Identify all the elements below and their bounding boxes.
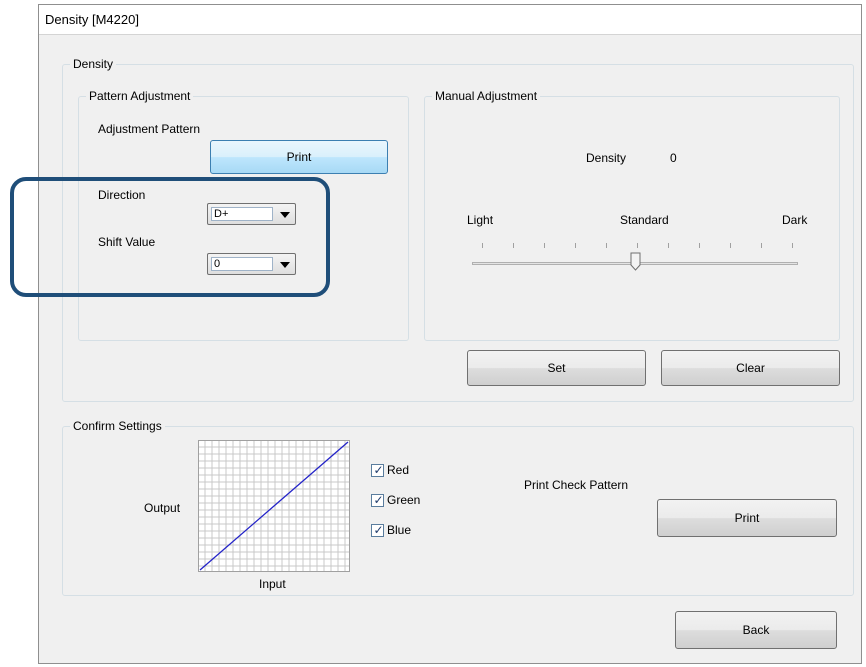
density-group-label: Density bbox=[70, 57, 117, 71]
slider-tick bbox=[544, 243, 545, 248]
check-pattern-print-button[interactable]: Print bbox=[657, 499, 837, 537]
slider-tick bbox=[606, 243, 607, 248]
checkmark-icon: ✓ bbox=[373, 493, 384, 507]
slider-light-label: Light bbox=[467, 213, 494, 227]
slider-thumb[interactable] bbox=[630, 252, 641, 271]
blue-checkbox[interactable]: ✓ bbox=[371, 523, 384, 537]
set-button[interactable]: Set bbox=[467, 350, 646, 386]
slider-tick bbox=[637, 243, 638, 248]
print-check-pattern-label: Print Check Pattern bbox=[524, 478, 629, 492]
chevron-down-icon bbox=[280, 212, 290, 218]
slider-tick bbox=[699, 243, 700, 248]
confirm-settings-label: Confirm Settings bbox=[70, 419, 165, 433]
blue-checkbox-label: Blue bbox=[387, 523, 412, 537]
slider-standard-label: Standard bbox=[620, 213, 669, 227]
chevron-down-icon bbox=[280, 262, 290, 268]
slider-tick bbox=[575, 243, 576, 248]
shift-value-select-value: 0 bbox=[211, 257, 273, 271]
red-checkbox-label: Red bbox=[387, 463, 410, 477]
back-button[interactable]: Back bbox=[675, 611, 837, 649]
clear-button[interactable]: Clear bbox=[661, 350, 840, 386]
input-axis-label: Input bbox=[259, 577, 286, 591]
shift-value-select[interactable]: 0 bbox=[207, 253, 296, 275]
checkmark-icon: ✓ bbox=[373, 523, 384, 537]
title-bar[interactable]: Density [M4220] bbox=[39, 5, 861, 35]
green-checkbox-label: Green bbox=[387, 493, 421, 507]
pattern-print-button[interactable]: Print bbox=[210, 140, 388, 174]
slider-tick bbox=[761, 243, 762, 248]
slider-tick bbox=[513, 243, 514, 248]
window-title: Density [M4220] bbox=[45, 12, 139, 27]
direction-select[interactable]: D+ bbox=[207, 203, 296, 225]
density-value-label: Density bbox=[586, 151, 627, 165]
pattern-adjustment-label: Pattern Adjustment bbox=[86, 89, 194, 103]
output-axis-label: Output bbox=[144, 501, 181, 515]
green-checkbox[interactable]: ✓ bbox=[371, 493, 384, 507]
slider-tick bbox=[792, 243, 793, 248]
manual-adjustment-label: Manual Adjustment bbox=[432, 89, 541, 103]
adjustment-pattern-label: Adjustment Pattern bbox=[98, 122, 201, 136]
slider-tick bbox=[482, 243, 483, 248]
direction-select-value: D+ bbox=[211, 207, 273, 221]
slider-dark-label: Dark bbox=[782, 213, 808, 227]
slider-tick bbox=[730, 243, 731, 248]
shift-value-label: Shift Value bbox=[98, 235, 156, 249]
checkmark-icon: ✓ bbox=[373, 463, 384, 477]
density-value: 0 bbox=[670, 151, 677, 165]
tone-curve-graph bbox=[198, 440, 350, 572]
red-checkbox[interactable]: ✓ bbox=[371, 463, 384, 477]
slider-tick bbox=[668, 243, 669, 248]
direction-label: Direction bbox=[98, 188, 146, 202]
